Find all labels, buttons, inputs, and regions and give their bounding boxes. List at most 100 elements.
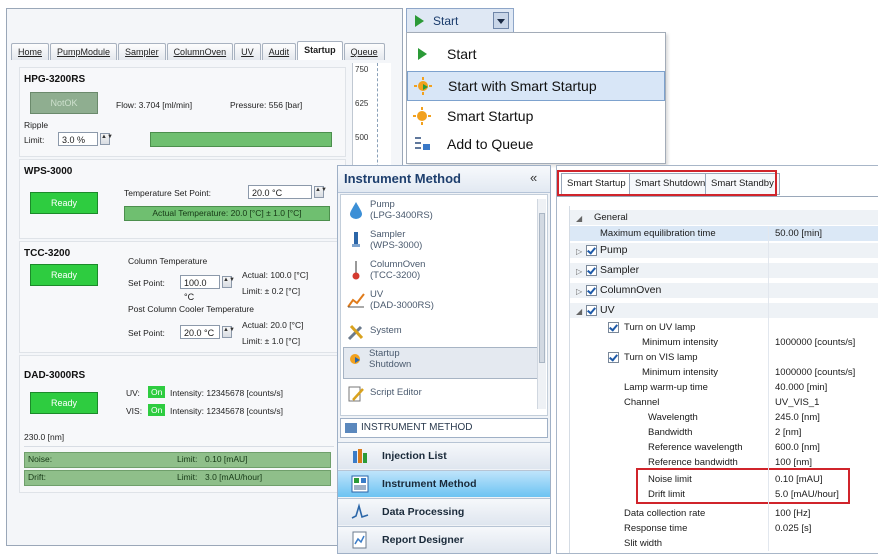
smart-startup-icon: [344, 348, 366, 370]
tab-sampler[interactable]: Sampler: [118, 43, 166, 60]
menu-item-label: Add to Queue: [447, 136, 534, 152]
property-group-general[interactable]: ◢ General: [570, 210, 878, 225]
checkbox[interactable]: [608, 352, 619, 363]
device-model: (WPS-3000): [370, 240, 423, 251]
device-item-sampler[interactable]: Sampler (WPS-3000): [345, 229, 541, 251]
device-item-uv[interactable]: UV (DAD-3000RS): [345, 289, 541, 311]
wps-temp-setpoint-label: Temperature Set Point:: [124, 188, 211, 198]
post-actual: Actual: 20.0 [°C]: [242, 320, 304, 330]
plot-tick: 625: [355, 99, 369, 108]
device-name: System: [370, 325, 402, 336]
device-list-scrollbar[interactable]: [537, 199, 546, 409]
start-dropdown-menu: Start Start with Smart Startup Smart Sta…: [406, 32, 666, 164]
device-item-pump[interactable]: Pump (LPG-3400RS): [345, 199, 541, 221]
property-group-sampler[interactable]: ▷ Sampler: [570, 263, 878, 278]
wps-temp-stepper[interactable]: ▲▼: [314, 186, 327, 198]
report-designer-icon: [348, 530, 372, 550]
device-name: ColumnOven: [370, 259, 426, 270]
property-row[interactable]: Channel UV_VIS_1: [570, 395, 878, 410]
property-row[interactable]: Maximum equilibration time 50.00 [min]: [570, 226, 878, 241]
device-item-startup-shutdown[interactable]: Startup Shutdown: [343, 347, 541, 379]
checkbox[interactable]: [586, 305, 597, 316]
start-dropdown-arrow[interactable]: [493, 12, 509, 29]
property-row-check[interactable]: Turn on UV lamp: [570, 320, 878, 335]
drift-row: Drift: Limit: 3.0 [mAU/hour]: [24, 470, 331, 486]
checkbox[interactable]: [608, 322, 619, 333]
property-row[interactable]: Minimum intensity 1000000 [counts/s]: [570, 365, 878, 380]
tab-startup[interactable]: Startup: [297, 41, 343, 60]
device-name: Pump: [370, 199, 395, 210]
tab-audit[interactable]: Audit: [261, 43, 297, 60]
nav-report-designer[interactable]: Report Designer: [338, 526, 550, 553]
nav-instrument-method[interactable]: Instrument Method: [338, 470, 550, 497]
property-row[interactable]: Reference wavelength 600.0 [nm]: [570, 440, 878, 455]
expand-triangle-icon: ◢: [576, 214, 583, 223]
tab-pumpmodule[interactable]: PumpModule: [50, 43, 118, 60]
nav-label: Data Processing: [382, 506, 465, 518]
chevron-down-icon: [497, 19, 505, 24]
collapse-icon[interactable]: «: [530, 170, 537, 185]
property-row[interactable]: Wavelength 245.0 [nm]: [570, 410, 878, 425]
menu-item-add-to-queue[interactable]: Add to Queue: [407, 129, 665, 159]
tcc-title: TCC-3200: [24, 248, 71, 259]
property-group-columnoven[interactable]: ▷ ColumnOven: [570, 283, 878, 298]
checkbox[interactable]: [586, 245, 597, 256]
tcc-setpoint-input[interactable]: 100.0 °C: [180, 275, 220, 302]
ripple-limit-input[interactable]: 3.0 %: [58, 132, 98, 146]
device-item-system[interactable]: System: [345, 321, 541, 343]
nav-injection-list[interactable]: Injection List: [338, 442, 550, 469]
property-row[interactable]: Response time 0.025 [s]: [570, 521, 878, 536]
menu-item-label: Smart Startup: [447, 108, 534, 124]
menu-item-start[interactable]: Start: [407, 39, 665, 69]
nav-label: Injection List: [382, 450, 447, 462]
wps-temp-setpoint-input[interactable]: 20.0 °C: [248, 185, 312, 199]
property-name: Turn on UV lamp: [624, 322, 696, 333]
property-group-uv[interactable]: ◢ UV: [570, 303, 878, 318]
menu-item-start-with-smart-startup[interactable]: Start with Smart Startup: [407, 71, 665, 101]
ripple-limit-stepper[interactable]: ▲▼: [100, 133, 113, 145]
device-name: Startup: [369, 348, 400, 359]
tab-columnoven[interactable]: ColumnOven: [166, 43, 234, 60]
nav-data-processing[interactable]: Data Processing: [338, 498, 550, 525]
device-item-script-editor[interactable]: Script Editor: [345, 383, 541, 405]
tab-uv[interactable]: UV: [234, 43, 261, 60]
property-name: General: [594, 212, 628, 223]
limits-highlight-frame: [636, 468, 850, 504]
tcc-limit: Limit: ± 0.2 [°C]: [242, 286, 301, 296]
property-row[interactable]: Bandwidth 2 [nm]: [570, 425, 878, 440]
property-group-pump[interactable]: ▷ Pump: [570, 243, 878, 258]
post-setpoint-stepper[interactable]: ▲▼: [222, 326, 235, 338]
instrument-method-pane: Instrument Method « Pump (LPG-3400RS) Sam…: [337, 165, 551, 554]
tab-queue[interactable]: Queue: [343, 43, 385, 60]
property-row-check[interactable]: Turn on VIS lamp: [570, 350, 878, 365]
hpg-title: HPG-3200RS: [24, 74, 86, 85]
property-row[interactable]: Minimum intensity 1000000 [counts/s]: [570, 335, 878, 350]
post-column-label: Post Column Cooler Temperature: [128, 304, 254, 314]
property-name: Turn on VIS lamp: [624, 352, 698, 363]
property-value: 1000000 [counts/s]: [775, 367, 856, 378]
start-split-button[interactable]: Start: [406, 8, 514, 34]
dad-wavelength: 230.0 [nm]: [24, 432, 65, 442]
tab-home[interactable]: Home: [11, 43, 50, 60]
hpg-panel: HPG-3200RS NotOK Flow: 3.704 [ml/min] Pr…: [19, 67, 346, 157]
property-row[interactable]: Slit width: [570, 536, 878, 551]
device-item-columnoven[interactable]: ColumnOven (TCC-3200): [345, 259, 541, 281]
property-name: Lamp warm-up time: [624, 382, 708, 393]
plot-tick: 500: [355, 133, 369, 142]
menu-item-smart-startup[interactable]: Smart Startup: [407, 101, 665, 131]
property-name: Response time: [624, 523, 688, 534]
property-row[interactable]: Data collection rate 100 [Hz]: [570, 506, 878, 521]
collapsed-triangle-icon: ▷: [576, 287, 583, 296]
checkbox[interactable]: [586, 265, 597, 276]
property-name: Channel: [624, 397, 660, 408]
device-list: Pump (LPG-3400RS) Sampler (WPS-3000) Colum…: [340, 194, 548, 416]
property-row[interactable]: Lamp warm-up time 40.000 [min]: [570, 380, 878, 395]
tcc-setpoint-stepper[interactable]: ▲▼: [222, 276, 235, 288]
dad-separator: [24, 446, 334, 447]
hpg-pressure: Pressure: 556 [bar]: [230, 100, 303, 110]
play-icon: [407, 48, 437, 60]
post-setpoint-input[interactable]: 20.0 °C: [180, 325, 220, 339]
checkbox[interactable]: [586, 285, 597, 296]
uv-lamp-state: On: [148, 386, 166, 398]
scrollbar-thumb[interactable]: [539, 213, 545, 363]
